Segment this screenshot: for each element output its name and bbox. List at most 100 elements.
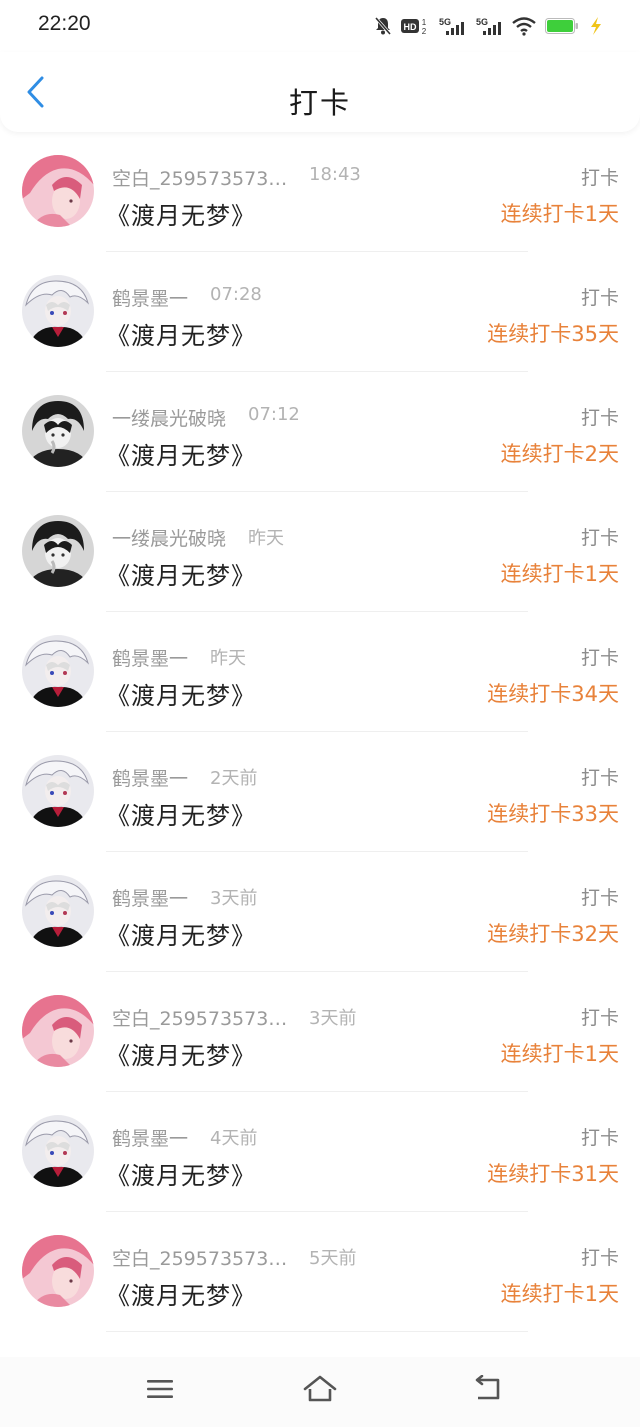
book-title: 《渡月无梦》	[106, 562, 256, 590]
checkin-type-label: 打卡	[580, 1127, 619, 1149]
dark-hair-avatar-image	[22, 395, 94, 467]
home-button[interactable]	[298, 1369, 342, 1409]
book-title: 《渡月无梦》	[106, 1162, 256, 1190]
svg-text:1: 1	[422, 18, 427, 27]
pink-hair-avatar-image	[22, 1235, 94, 1307]
checkin-list: 空白_259573573… 18:43 《渡月无梦》 打卡 连续打卡1天 鹤景墨一 07:2…	[0, 132, 640, 1332]
signal-5g-icon: 5G	[439, 17, 464, 35]
pink-hair-avatar-image	[22, 155, 94, 227]
list-item[interactable]: 鹤景墨一 07:28 《渡月无梦》 打卡 连续打卡35天	[0, 252, 640, 372]
network-label: 5G	[476, 17, 488, 27]
nav-back-button[interactable]	[466, 1369, 510, 1409]
list-item[interactable]: 鹤景墨一 4天前 《渡月无梦》 打卡 连续打卡31天	[0, 1092, 640, 1212]
post-time: 5天前	[309, 1248, 357, 1269]
battery-icon	[545, 18, 578, 34]
checkin-type-label: 打卡	[580, 167, 619, 189]
list-item[interactable]: 空白_259573573… 3天前《渡月无梦》 打卡连续打卡1天	[0, 972, 640, 1092]
user-name: 空白_259573573…	[112, 1008, 288, 1030]
hd-label: HD	[404, 22, 417, 32]
streak-label: 连续打卡31天	[487, 1162, 619, 1186]
post-time: 2天前	[210, 768, 258, 789]
book-title: 《渡月无梦》	[106, 922, 256, 950]
list-item[interactable]: 鹤景墨一 2天前 《渡月无梦》 打卡 连续打卡33天	[0, 732, 640, 852]
streak-label: 连续打卡33天	[487, 802, 619, 826]
divider	[106, 1331, 528, 1332]
post-time: 4天前	[210, 1128, 258, 1149]
streak-label: 连续打卡1天	[500, 562, 619, 586]
status-time: 22:20	[38, 12, 91, 35]
list-item[interactable]: 鹤景墨一 3天前 《渡月无梦》 打卡 连续打卡32天	[0, 852, 640, 972]
streak-label: 连续打卡1天	[500, 1282, 619, 1306]
white-hair-avatar-image	[22, 1115, 94, 1187]
book-title: 《渡月无梦》	[106, 442, 256, 470]
checkin-type-label: 打卡	[580, 767, 619, 789]
avatar[interactable]	[22, 395, 94, 467]
avatar[interactable]	[22, 155, 94, 227]
checkin-type-label: 打卡	[580, 527, 619, 549]
home-icon	[303, 1375, 337, 1402]
user-name: 鹤景墨一	[112, 648, 189, 670]
checkin-type-label: 打卡	[580, 1007, 619, 1029]
checkin-type-label: 打卡	[580, 287, 619, 309]
list-item[interactable]: 一缕晨光破晓 昨天《渡月无梦》 打卡连续打卡1天	[0, 492, 640, 612]
page-title: 打卡	[288, 86, 351, 120]
streak-label: 连续打卡32天	[487, 922, 619, 946]
post-time: 18:43	[309, 164, 361, 185]
book-title: 《渡月无梦》	[106, 322, 256, 350]
menu-icon	[147, 1380, 173, 1398]
svg-text:2: 2	[422, 27, 427, 36]
white-hair-avatar-image	[22, 875, 94, 947]
post-time: 07:12	[248, 404, 300, 425]
checkin-type-label: 打卡	[580, 887, 619, 909]
list-item[interactable]: 鹤景墨一 昨天《渡月无梦》 打卡连续打卡34天	[0, 612, 640, 732]
streak-label: 连续打卡1天	[500, 1042, 619, 1066]
avatar[interactable]	[22, 515, 94, 587]
book-title: 《渡月无梦》	[106, 1282, 256, 1310]
list-item[interactable]: 一缕晨光破晓 07:12 《渡月无梦》 打卡连续打卡2天	[0, 372, 640, 492]
white-hair-avatar-image	[22, 635, 94, 707]
post-time: 3天前	[210, 888, 258, 909]
status-icons: HD 1 2 5G 5G	[374, 14, 604, 38]
post-time: 昨天	[210, 648, 246, 669]
avatar[interactable]	[22, 635, 94, 707]
post-time: 3天前	[309, 1008, 357, 1029]
streak-label: 连续打卡35天	[487, 322, 619, 346]
list-item[interactable]: 空白_259573573… 18:43 《渡月无梦》 打卡 连续打卡1天	[0, 132, 640, 252]
streak-label: 连续打卡34天	[487, 682, 619, 706]
avatar[interactable]	[22, 1235, 94, 1307]
checkin-type-label: 打卡	[580, 1247, 619, 1269]
avatar[interactable]	[22, 875, 94, 947]
wifi-icon	[512, 17, 536, 36]
list-item[interactable]: 空白_259573573… 5天前《渡月无梦》 打卡连续打卡1天	[0, 1212, 640, 1332]
avatar[interactable]	[22, 1115, 94, 1187]
book-title: 《渡月无梦》	[106, 1042, 256, 1070]
user-name: 空白_259573573…	[112, 1248, 288, 1270]
book-title: 《渡月无梦》	[106, 802, 256, 830]
header: 打卡	[0, 52, 640, 132]
dark-hair-avatar-image	[22, 515, 94, 587]
post-time: 昨天	[248, 528, 284, 549]
network-label: 5G	[439, 17, 451, 27]
white-hair-avatar-image	[22, 755, 94, 827]
hd-icon: HD 1 2	[401, 18, 427, 36]
book-title: 《渡月无梦》	[106, 202, 256, 230]
status-bar: 22:20 HD 1 2 5G 5G	[0, 0, 640, 52]
mute-bell-icon	[374, 17, 392, 35]
streak-label: 连续打卡2天	[500, 442, 619, 466]
menu-button[interactable]	[138, 1369, 182, 1409]
pink-hair-avatar-image	[22, 995, 94, 1067]
back-icon	[475, 1375, 500, 1400]
signal-5g-icon: 5G	[476, 17, 501, 35]
avatar[interactable]	[22, 275, 94, 347]
user-name: 一缕晨光破晓	[112, 528, 227, 550]
user-name: 一缕晨光破晓	[112, 408, 227, 430]
avatar[interactable]	[22, 755, 94, 827]
checkin-type-label: 打卡	[580, 647, 619, 669]
checkin-type-label: 打卡	[580, 407, 619, 429]
avatar[interactable]	[22, 995, 94, 1067]
book-title: 《渡月无梦》	[106, 682, 256, 710]
user-name: 鹤景墨一	[112, 288, 189, 310]
streak-label: 连续打卡1天	[500, 202, 619, 226]
system-nav-bar	[0, 1357, 640, 1427]
charging-icon	[591, 17, 601, 35]
